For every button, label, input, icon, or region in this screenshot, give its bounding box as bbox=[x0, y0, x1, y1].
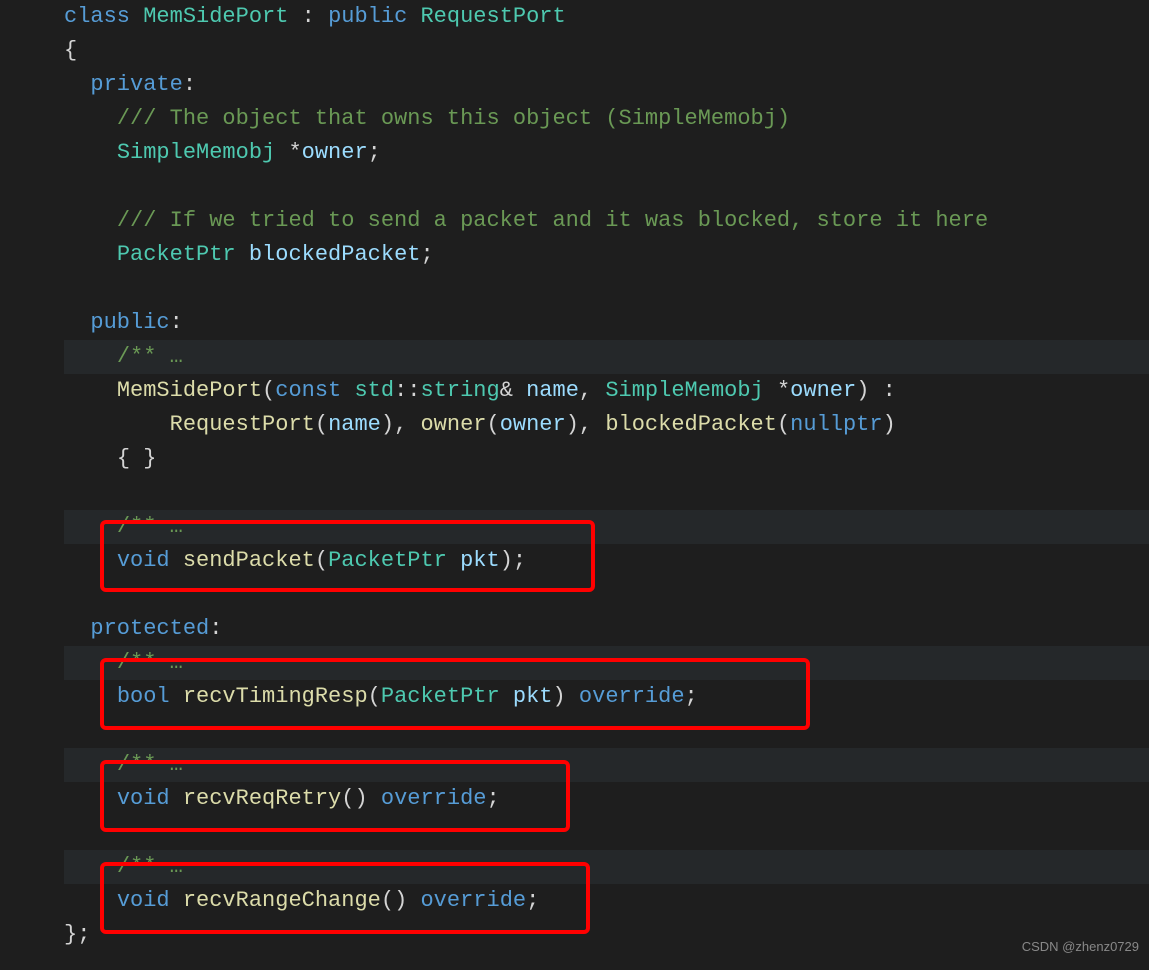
code-area[interactable]: class MemSidePort : public RequestPort {… bbox=[60, 0, 1149, 970]
code-line[interactable]: /// The object that owns this object (Si… bbox=[64, 102, 1149, 136]
keyword-class: class bbox=[64, 4, 130, 29]
code-line[interactable]: }; bbox=[64, 918, 1149, 952]
code-line[interactable]: public: bbox=[64, 306, 1149, 340]
code-line[interactable]: void sendPacket(PacketPtr pkt); bbox=[64, 544, 1149, 578]
code-line[interactable]: class MemSidePort : public RequestPort bbox=[64, 0, 1149, 34]
fold-icon[interactable]: /** … bbox=[117, 650, 183, 675]
code-line[interactable]: protected: bbox=[64, 612, 1149, 646]
class-name: MemSidePort bbox=[143, 4, 288, 29]
code-line[interactable]: void recvReqRetry() override; bbox=[64, 782, 1149, 816]
folded-comment[interactable]: /** … bbox=[64, 850, 1149, 884]
folded-comment[interactable]: /** … bbox=[64, 748, 1149, 782]
gutter bbox=[0, 0, 30, 970]
comment: /// The object that owns this object (Si… bbox=[117, 106, 790, 131]
code-line[interactable]: /// If we tried to send a packet and it … bbox=[64, 204, 1149, 238]
code-line[interactable]: PacketPtr blockedPacket; bbox=[64, 238, 1149, 272]
code-line[interactable] bbox=[64, 476, 1149, 510]
fn-sendPacket: sendPacket bbox=[183, 548, 315, 573]
code-line[interactable]: SimpleMemobj *owner; bbox=[64, 136, 1149, 170]
fn-recvReqRetry: recvReqRetry bbox=[183, 786, 341, 811]
keyword-public: public bbox=[90, 310, 169, 335]
code-line[interactable]: RequestPort(name), owner(owner), blocked… bbox=[64, 408, 1149, 442]
code-line[interactable]: bool recvTimingResp(PacketPtr pkt) overr… bbox=[64, 680, 1149, 714]
code-line[interactable]: void recvRangeChange() override; bbox=[64, 884, 1149, 918]
fold-icon[interactable]: /** … bbox=[117, 854, 183, 879]
fn-recvTimingResp: recvTimingResp bbox=[183, 684, 368, 709]
code-editor[interactable]: class MemSidePort : public RequestPort {… bbox=[0, 0, 1149, 970]
fn-recvRangeChange: recvRangeChange bbox=[183, 888, 381, 913]
watermark: CSDN @zhenz0729 bbox=[1022, 930, 1139, 964]
folded-comment[interactable]: /** … bbox=[64, 340, 1149, 374]
fold-icon[interactable]: /** … bbox=[117, 344, 183, 369]
fold-icon[interactable]: /** … bbox=[117, 514, 183, 539]
code-line[interactable]: private: bbox=[64, 68, 1149, 102]
folded-comment[interactable]: /** … bbox=[64, 510, 1149, 544]
code-line[interactable] bbox=[64, 714, 1149, 748]
fold-column bbox=[30, 0, 60, 970]
code-line[interactable] bbox=[64, 170, 1149, 204]
comment: /// If we tried to send a packet and it … bbox=[117, 208, 988, 233]
code-line[interactable] bbox=[64, 272, 1149, 306]
code-line[interactable] bbox=[64, 578, 1149, 612]
code-line[interactable]: { bbox=[64, 34, 1149, 68]
code-line[interactable]: { } bbox=[64, 442, 1149, 476]
code-line[interactable]: MemSidePort(const std::string& name, Sim… bbox=[64, 374, 1149, 408]
keyword-private: private bbox=[90, 72, 182, 97]
constructor: MemSidePort bbox=[117, 378, 262, 403]
fold-icon[interactable]: /** … bbox=[117, 752, 183, 777]
keyword-protected: protected bbox=[90, 616, 209, 641]
folded-comment[interactable]: /** … bbox=[64, 646, 1149, 680]
code-line[interactable] bbox=[64, 816, 1149, 850]
